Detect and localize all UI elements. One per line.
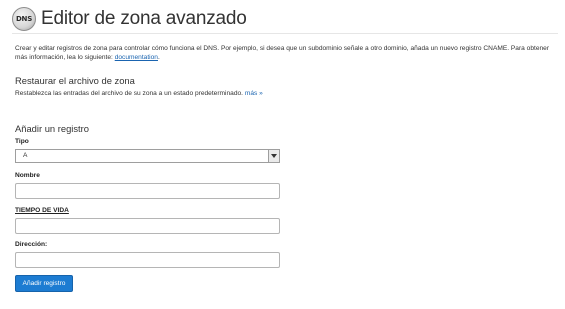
ttl-input[interactable] [15, 218, 280, 234]
more-link[interactable]: más » [245, 90, 263, 97]
title-divider [12, 33, 558, 34]
zone-editor-page: DNS Editor de zona avanzado Crear y edit… [0, 0, 565, 309]
intro-description: Crear y editar registros de zona para co… [15, 44, 560, 62]
type-select-value: A [23, 152, 28, 159]
restore-description: Restablezca las entradas del archivo de … [15, 90, 263, 97]
page-title: Editor de zona avanzado [41, 8, 247, 29]
page-header: DNS Editor de zona avanzado [12, 6, 247, 32]
address-input[interactable] [15, 252, 280, 268]
restore-section-title: Restaurar el archivo de zona [15, 75, 135, 86]
dns-icon: DNS [12, 7, 36, 31]
ttl-label[interactable]: TIEMPO DE VIDA [15, 207, 69, 214]
dns-icon-label: DNS [15, 15, 33, 23]
address-label: Dirección: [15, 241, 48, 248]
add-record-button[interactable]: Añadir registro [15, 275, 73, 292]
type-label: Tipo [15, 138, 29, 145]
intro-trailing: . [157, 54, 160, 61]
chevron-down-icon[interactable] [268, 150, 279, 162]
name-input[interactable] [15, 183, 280, 199]
documentation-link[interactable]: documentation [115, 54, 158, 61]
name-label: Nombre [15, 172, 40, 179]
type-select[interactable]: A [15, 149, 280, 163]
restore-description-text: Restablezca las entradas del archivo de … [15, 90, 245, 97]
add-record-title: Añadir un registro [15, 123, 89, 134]
intro-text: Crear y editar registros de zona para co… [15, 45, 550, 61]
